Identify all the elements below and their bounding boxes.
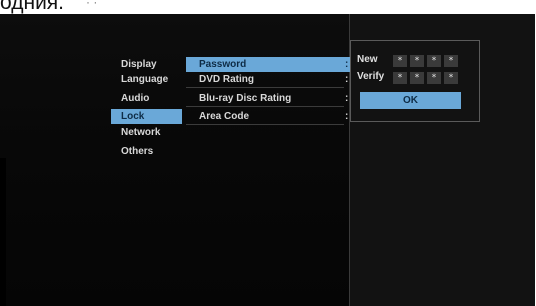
row-divider bbox=[186, 106, 344, 107]
new-digit-1[interactable]: * bbox=[393, 55, 407, 67]
row-divider bbox=[186, 124, 344, 125]
new-digit-4[interactable]: * bbox=[444, 55, 458, 67]
submenu-item-password[interactable]: Password bbox=[186, 57, 350, 72]
verify-digit-4[interactable]: * bbox=[444, 72, 458, 84]
ok-button[interactable]: OK bbox=[360, 92, 461, 109]
dvd-rating-separator: : bbox=[345, 74, 349, 85]
verify-digit-3[interactable]: * bbox=[427, 72, 441, 84]
menu-item-language[interactable]: Language bbox=[121, 72, 168, 87]
verify-password-field[interactable]: * * * * bbox=[393, 72, 458, 84]
screen-edge bbox=[0, 158, 6, 306]
submenu-item-area-code[interactable]: Area Code bbox=[199, 109, 249, 124]
top-caption: одния. · · bbox=[0, 0, 97, 15]
row-divider bbox=[186, 87, 344, 88]
new-password-field[interactable]: * * * * bbox=[393, 55, 458, 67]
menu-item-audio[interactable]: Audio bbox=[121, 91, 149, 106]
new-digit-2[interactable]: * bbox=[410, 55, 424, 67]
verify-password-label: Verify bbox=[357, 71, 385, 82]
area-code-separator: : bbox=[345, 111, 349, 122]
menu-item-network[interactable]: Network bbox=[121, 125, 160, 140]
submenu-item-bluray-rating[interactable]: Blu-ray Disc Rating bbox=[199, 91, 291, 106]
verify-digit-1[interactable]: * bbox=[393, 72, 407, 84]
new-password-label: New bbox=[357, 54, 378, 65]
new-digit-3[interactable]: * bbox=[427, 55, 441, 67]
bluray-rating-separator: : bbox=[345, 93, 349, 104]
menu-item-display[interactable]: Display bbox=[121, 57, 157, 72]
verify-digit-2[interactable]: * bbox=[410, 72, 424, 84]
menu-item-others[interactable]: Others bbox=[121, 144, 153, 159]
caption-text: одния. bbox=[0, 0, 65, 14]
caption-trail: · · bbox=[86, 0, 98, 9]
menu-item-lock[interactable]: Lock bbox=[111, 109, 182, 124]
password-separator: : bbox=[345, 59, 349, 70]
submenu-item-dvd-rating[interactable]: DVD Rating bbox=[199, 72, 254, 87]
